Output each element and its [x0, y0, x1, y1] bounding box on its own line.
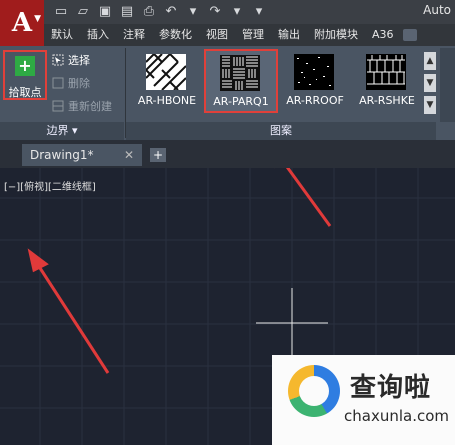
recreate-boundary-button[interactable]: 重新创建 [52, 98, 112, 114]
gallery-scroll-up-button[interactable]: ▲ [424, 52, 436, 70]
plus-icon: + [15, 56, 35, 76]
tab-addins[interactable]: 附加模块 [307, 24, 365, 46]
save-icon[interactable]: ▣ [96, 3, 114, 21]
pattern-label: AR-RSHKE [359, 94, 415, 107]
select-icon [52, 54, 64, 66]
recreate-label: 重新创建 [68, 100, 112, 113]
parquet-swatch-icon [220, 55, 260, 91]
file-tab-bar: Drawing1* ✕ + [0, 140, 455, 168]
new-file-icon[interactable]: ▭ [52, 3, 70, 21]
watermark: 查询啦 chaxunla.com [272, 355, 455, 445]
pattern-item-parq1[interactable]: AR-PARQ1 [204, 49, 278, 113]
tab-parametric[interactable]: 参数化 [152, 24, 199, 46]
file-tab-drawing1[interactable]: Drawing1* ✕ [22, 144, 142, 166]
watermark-brand-en: chaxunla.com [344, 407, 449, 425]
pattern-item-hbone[interactable]: AR-HBONE [130, 48, 204, 110]
next-panel-edge [440, 48, 455, 122]
file-tab-label: Drawing1* [30, 148, 94, 162]
redo-dropdown-icon[interactable]: ▾ [228, 3, 246, 21]
pick-points-label: 拾取点 [8, 86, 42, 99]
pattern-panel-title: 图案 [270, 124, 292, 137]
print-icon[interactable]: ⎙ [140, 3, 158, 21]
tab-insert[interactable]: 插入 [80, 24, 116, 46]
shake-swatch-icon [366, 54, 406, 90]
chevron-down-icon: ▾ [71, 124, 78, 137]
redo-icon[interactable]: ↷ [206, 3, 224, 21]
tab-annotate[interactable]: 注释 [116, 24, 152, 46]
watermark-brand-cn: 查询啦 [350, 373, 432, 403]
pick-points-button[interactable]: + 拾取点 [3, 50, 47, 100]
tab-a360[interactable]: A36 [365, 24, 401, 46]
pattern-panel-footer: 图案 [126, 122, 436, 140]
pattern-item-rroof[interactable]: AR-RROOF [278, 48, 352, 110]
logo-letter: A [11, 8, 33, 38]
customize-toolbar-icon[interactable]: ▾ [250, 3, 268, 21]
undo-icon[interactable]: ↶ [162, 3, 180, 21]
tab-manage[interactable]: 管理 [235, 24, 271, 46]
pattern-label: AR-RROOF [286, 94, 344, 107]
remove-label: 删除 [68, 77, 90, 90]
chevron-down-icon: ▼ [34, 14, 41, 24]
boundary-panel-footer[interactable]: 边界 ▾ [0, 122, 124, 140]
remove-icon [52, 77, 64, 89]
ribbon-tab-bar: 默认 插入 注释 参数化 视图 管理 输出 附加模块 A36 [44, 24, 455, 46]
roof-dots-swatch-icon [294, 54, 334, 90]
recreate-icon [52, 100, 64, 112]
viewport-controls-label[interactable]: [−][俯视][二维线框] [4, 178, 96, 193]
undo-dropdown-icon[interactable]: ▾ [184, 3, 202, 21]
pattern-label: AR-HBONE [137, 94, 197, 107]
select-objects-button[interactable]: 选择 [52, 52, 90, 68]
gallery-scroll-down-button[interactable]: ▼ [424, 74, 436, 92]
open-folder-icon[interactable]: ▱ [74, 3, 92, 21]
window-title: Auto [423, 3, 451, 17]
application-menu-button[interactable]: A ▼ [0, 0, 44, 46]
annotation-arrows [27, 168, 332, 374]
close-icon[interactable]: ✕ [124, 144, 134, 166]
gallery-expand-button[interactable]: ▼ [424, 96, 436, 114]
pattern-item-rshke[interactable]: AR-RSHKE [350, 48, 424, 110]
remove-boundary-button[interactable]: 删除 [52, 75, 90, 91]
quick-access-toolbar: ▭ ▱ ▣ ▤ ⎙ ↶ ▾ ↷ ▾ ▾ [52, 3, 268, 21]
select-label: 选择 [68, 54, 90, 67]
tab-output[interactable]: 输出 [271, 24, 307, 46]
tab-view[interactable]: 视图 [199, 24, 235, 46]
tab-default[interactable]: 默认 [44, 24, 80, 46]
ribbon-options-icon[interactable] [402, 29, 417, 41]
save-as-icon[interactable]: ▤ [118, 3, 136, 21]
boundary-panel-title: 边界 [46, 124, 69, 137]
watermark-logo-icon [288, 365, 340, 417]
new-tab-button[interactable]: + [150, 148, 166, 162]
pattern-label: AR-PARQ1 [213, 95, 269, 108]
herringbone-swatch-icon [146, 54, 186, 90]
crosshair-cursor [256, 288, 328, 363]
